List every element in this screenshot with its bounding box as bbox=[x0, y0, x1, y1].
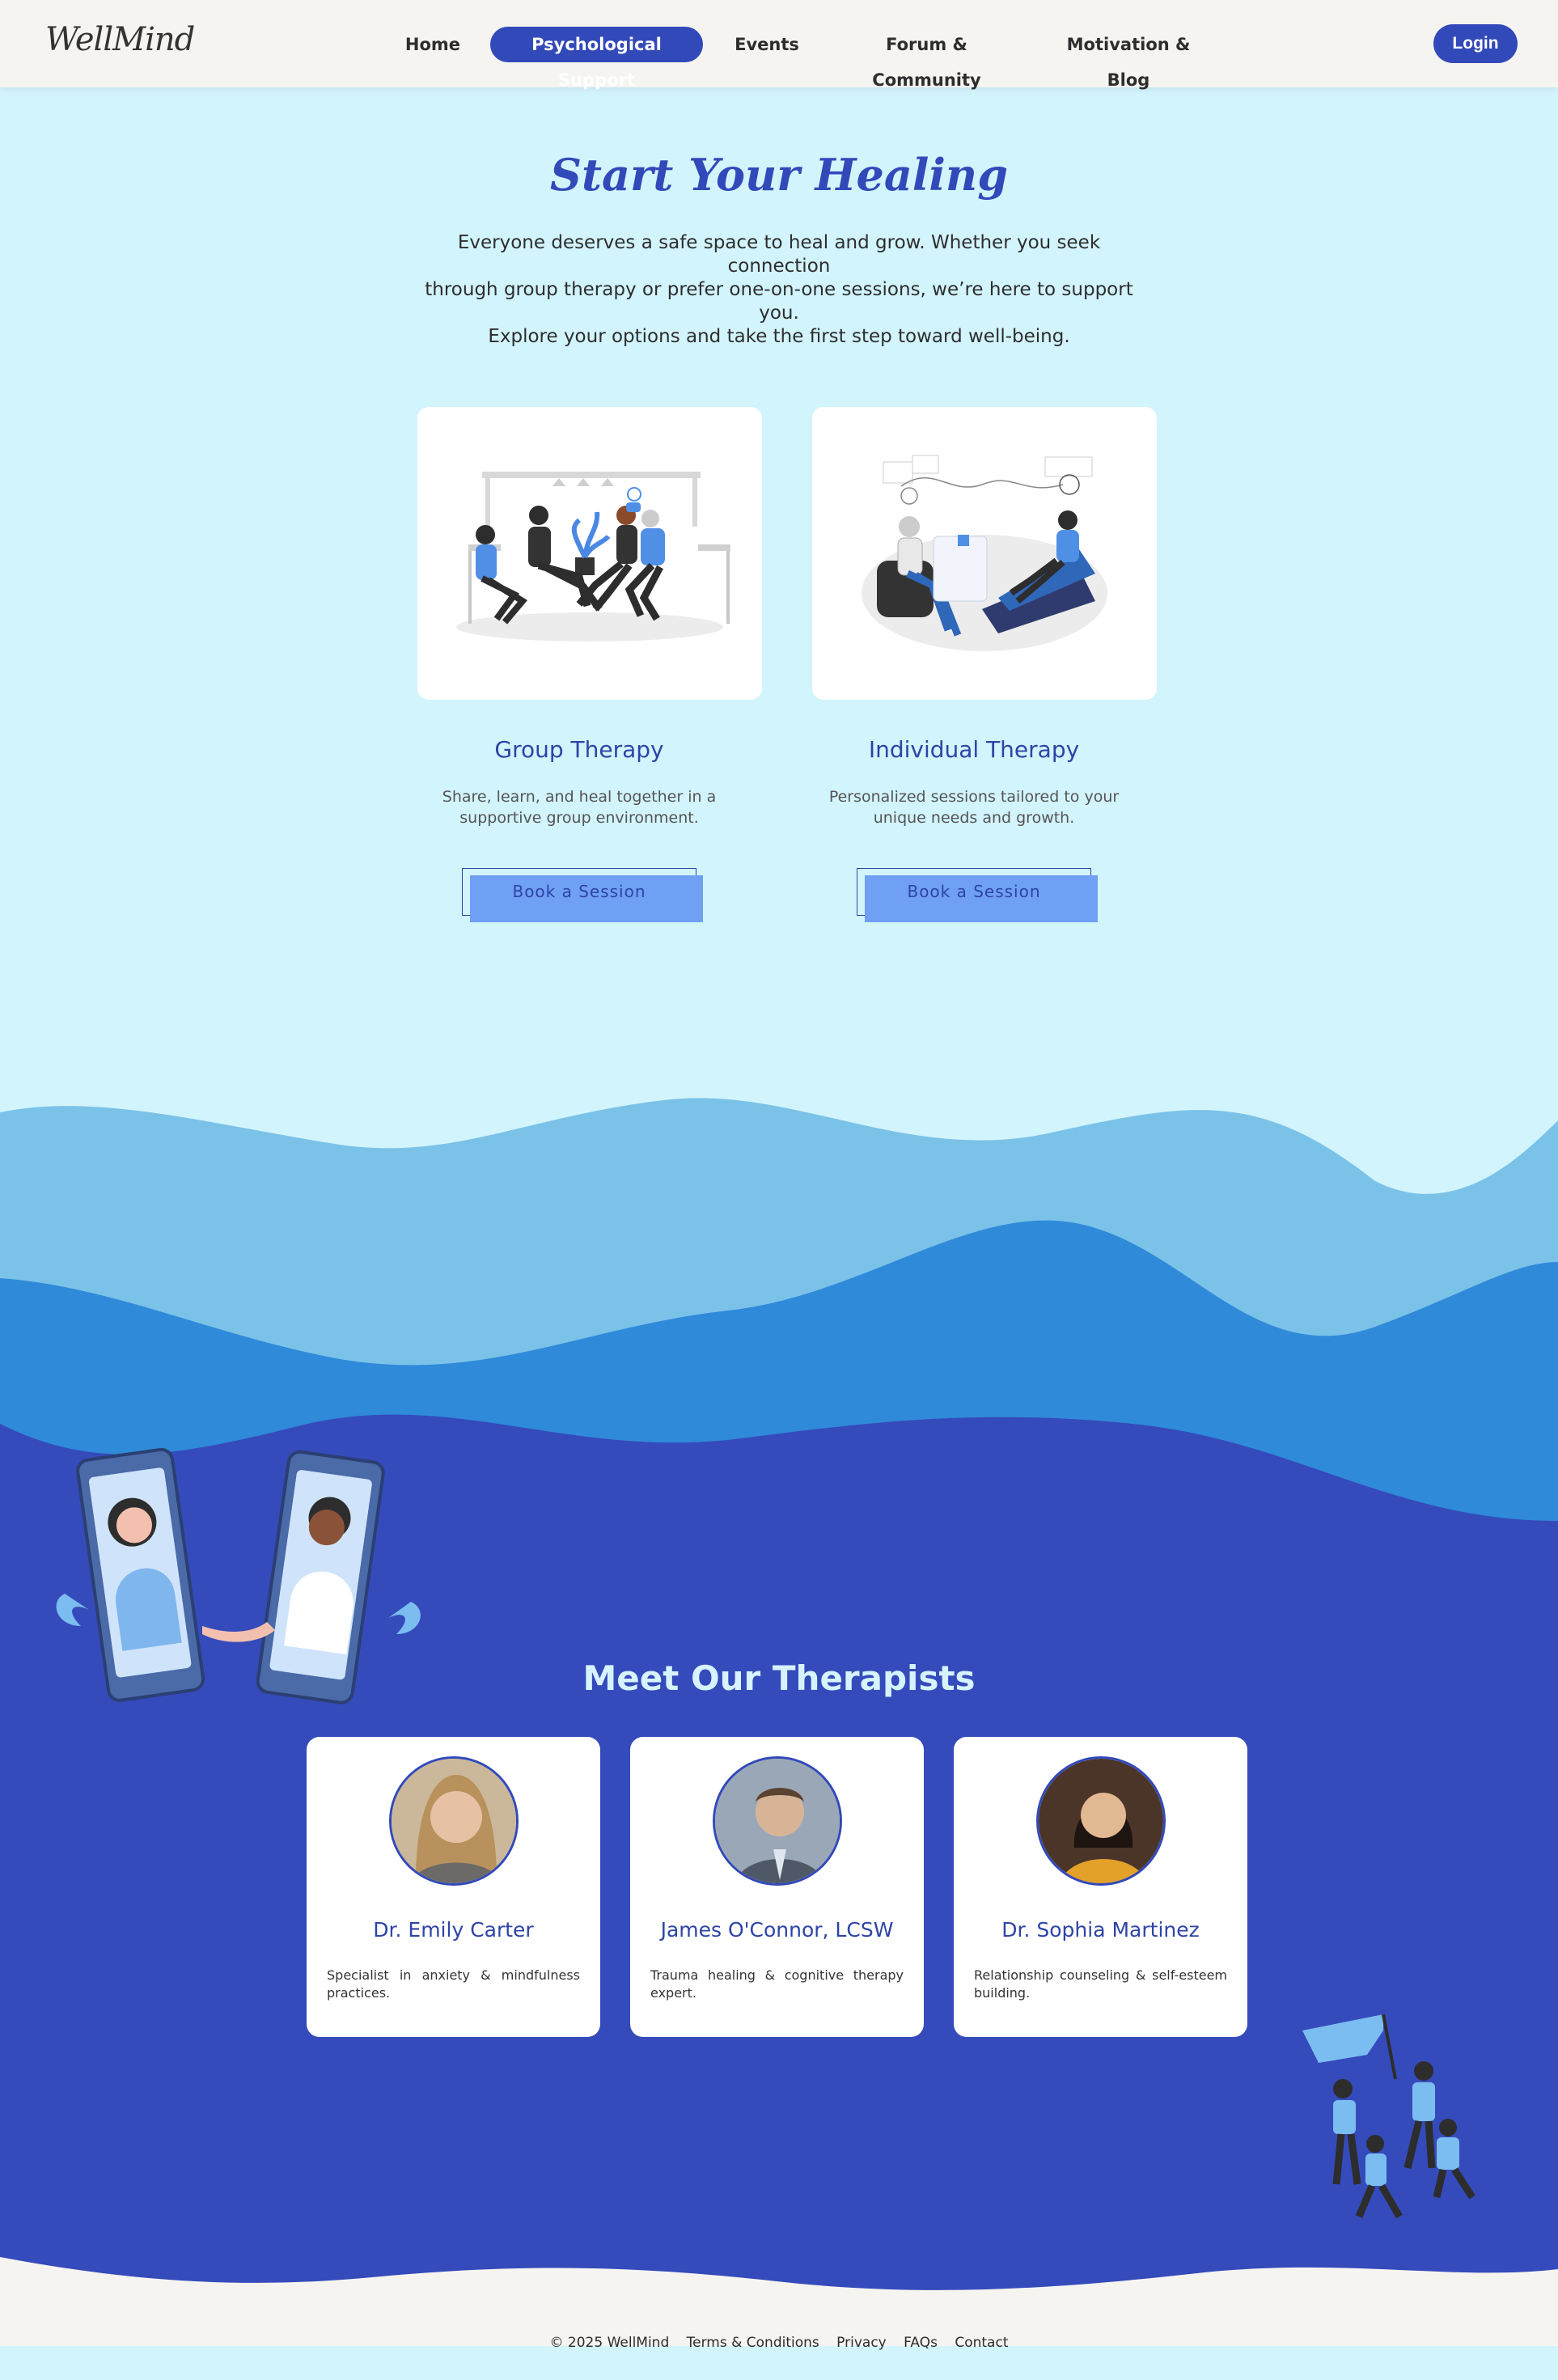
therapist-name: James O'Connor, LCSW bbox=[660, 1918, 894, 1942]
individual-therapy-title: Individual Therapy bbox=[868, 736, 1080, 763]
therapist-photo bbox=[715, 1759, 840, 1883]
group-therapy-desc-line: Share, learn, and heal together in a bbox=[442, 788, 717, 806]
therapist-card[interactable]: Dr. Emily Carter Specialist in anxiety &… bbox=[307, 1737, 600, 2037]
therapist-desc: Specialist in anxiety & mindfulness prac… bbox=[327, 1967, 580, 2001]
footer-link-privacy[interactable]: Privacy bbox=[836, 2335, 887, 2351]
nav-motivation-blog[interactable]: Motivation & Blog bbox=[1053, 27, 1204, 90]
group-therapy-desc: Share, learn, and heal together in a sup… bbox=[407, 786, 751, 828]
individual-therapy-illustration-card bbox=[812, 407, 1157, 700]
footer-link-contact[interactable]: Contact bbox=[955, 2335, 1008, 2351]
therapist-card[interactable]: Dr. Sophia Martinez Relationship counsel… bbox=[954, 1737, 1247, 2037]
therapist-photo bbox=[1039, 1759, 1163, 1883]
footer-link-faqs[interactable]: FAQs bbox=[904, 2335, 938, 2351]
group-therapy-title: Group Therapy bbox=[494, 736, 664, 763]
nav-forum-community[interactable]: Forum & Community bbox=[840, 27, 1014, 90]
nav-psychological-support[interactable]: Psychological Support bbox=[490, 27, 703, 90]
therapist-avatar bbox=[1036, 1756, 1166, 1886]
nav-home[interactable]: Home bbox=[403, 27, 463, 62]
individual-therapy-desc-line: Personalized sessions tailored to your bbox=[828, 788, 1120, 806]
nav-events[interactable]: Events bbox=[733, 27, 801, 62]
individual-therapy-desc: Personalized sessions tailored to your u… bbox=[802, 786, 1146, 828]
footer-link-terms[interactable]: Terms & Conditions bbox=[687, 2335, 819, 2351]
therapists-section-title: Meet Our Therapists bbox=[582, 1658, 976, 1698]
therapist-avatar bbox=[389, 1756, 519, 1886]
footer: © 2025 WellMind Terms & Conditions Priva… bbox=[0, 2335, 1558, 2351]
therapist-desc: Relationship counseling & self-esteem bu… bbox=[974, 1967, 1227, 2001]
footer-copyright: © 2025 WellMind bbox=[549, 2335, 670, 2351]
wave-background bbox=[0, 1098, 1558, 2346]
individual-book-label[interactable]: Book a Session bbox=[857, 882, 1091, 901]
hero-title: Start Your Healing bbox=[550, 149, 1008, 201]
brand-logo[interactable]: WellMind bbox=[45, 21, 195, 58]
navbar: WellMind Home Psychological Support Even… bbox=[0, 0, 1558, 90]
hero-text: Everyone deserves a safe space to heal a… bbox=[415, 231, 1143, 349]
individual-therapy-illustration bbox=[862, 455, 1107, 651]
therapist-photo bbox=[392, 1759, 516, 1883]
hero-text-line: through group therapy or prefer one-on-o… bbox=[425, 279, 1133, 324]
group-therapy-illustration bbox=[456, 472, 730, 642]
individual-therapy-desc-line: unique needs and growth. bbox=[873, 809, 1075, 827]
therapist-avatar bbox=[713, 1756, 842, 1886]
therapist-name: Dr. Sophia Martinez bbox=[1001, 1918, 1200, 1942]
therapist-desc: Trauma healing & cognitive therapy exper… bbox=[650, 1967, 904, 2001]
group-therapy-illustration-card bbox=[417, 407, 762, 700]
group-therapy-desc-line: supportive group environment. bbox=[459, 809, 699, 827]
group-book-label[interactable]: Book a Session bbox=[462, 882, 696, 901]
therapist-name: Dr. Emily Carter bbox=[373, 1918, 534, 1942]
hero-text-line: Explore your options and take the first … bbox=[488, 326, 1070, 347]
hero-text-line: Everyone deserves a safe space to heal a… bbox=[457, 232, 1101, 277]
login-button[interactable]: Login bbox=[1433, 24, 1518, 63]
therapist-card[interactable]: James O'Connor, LCSW Trauma healing & co… bbox=[630, 1737, 924, 2037]
